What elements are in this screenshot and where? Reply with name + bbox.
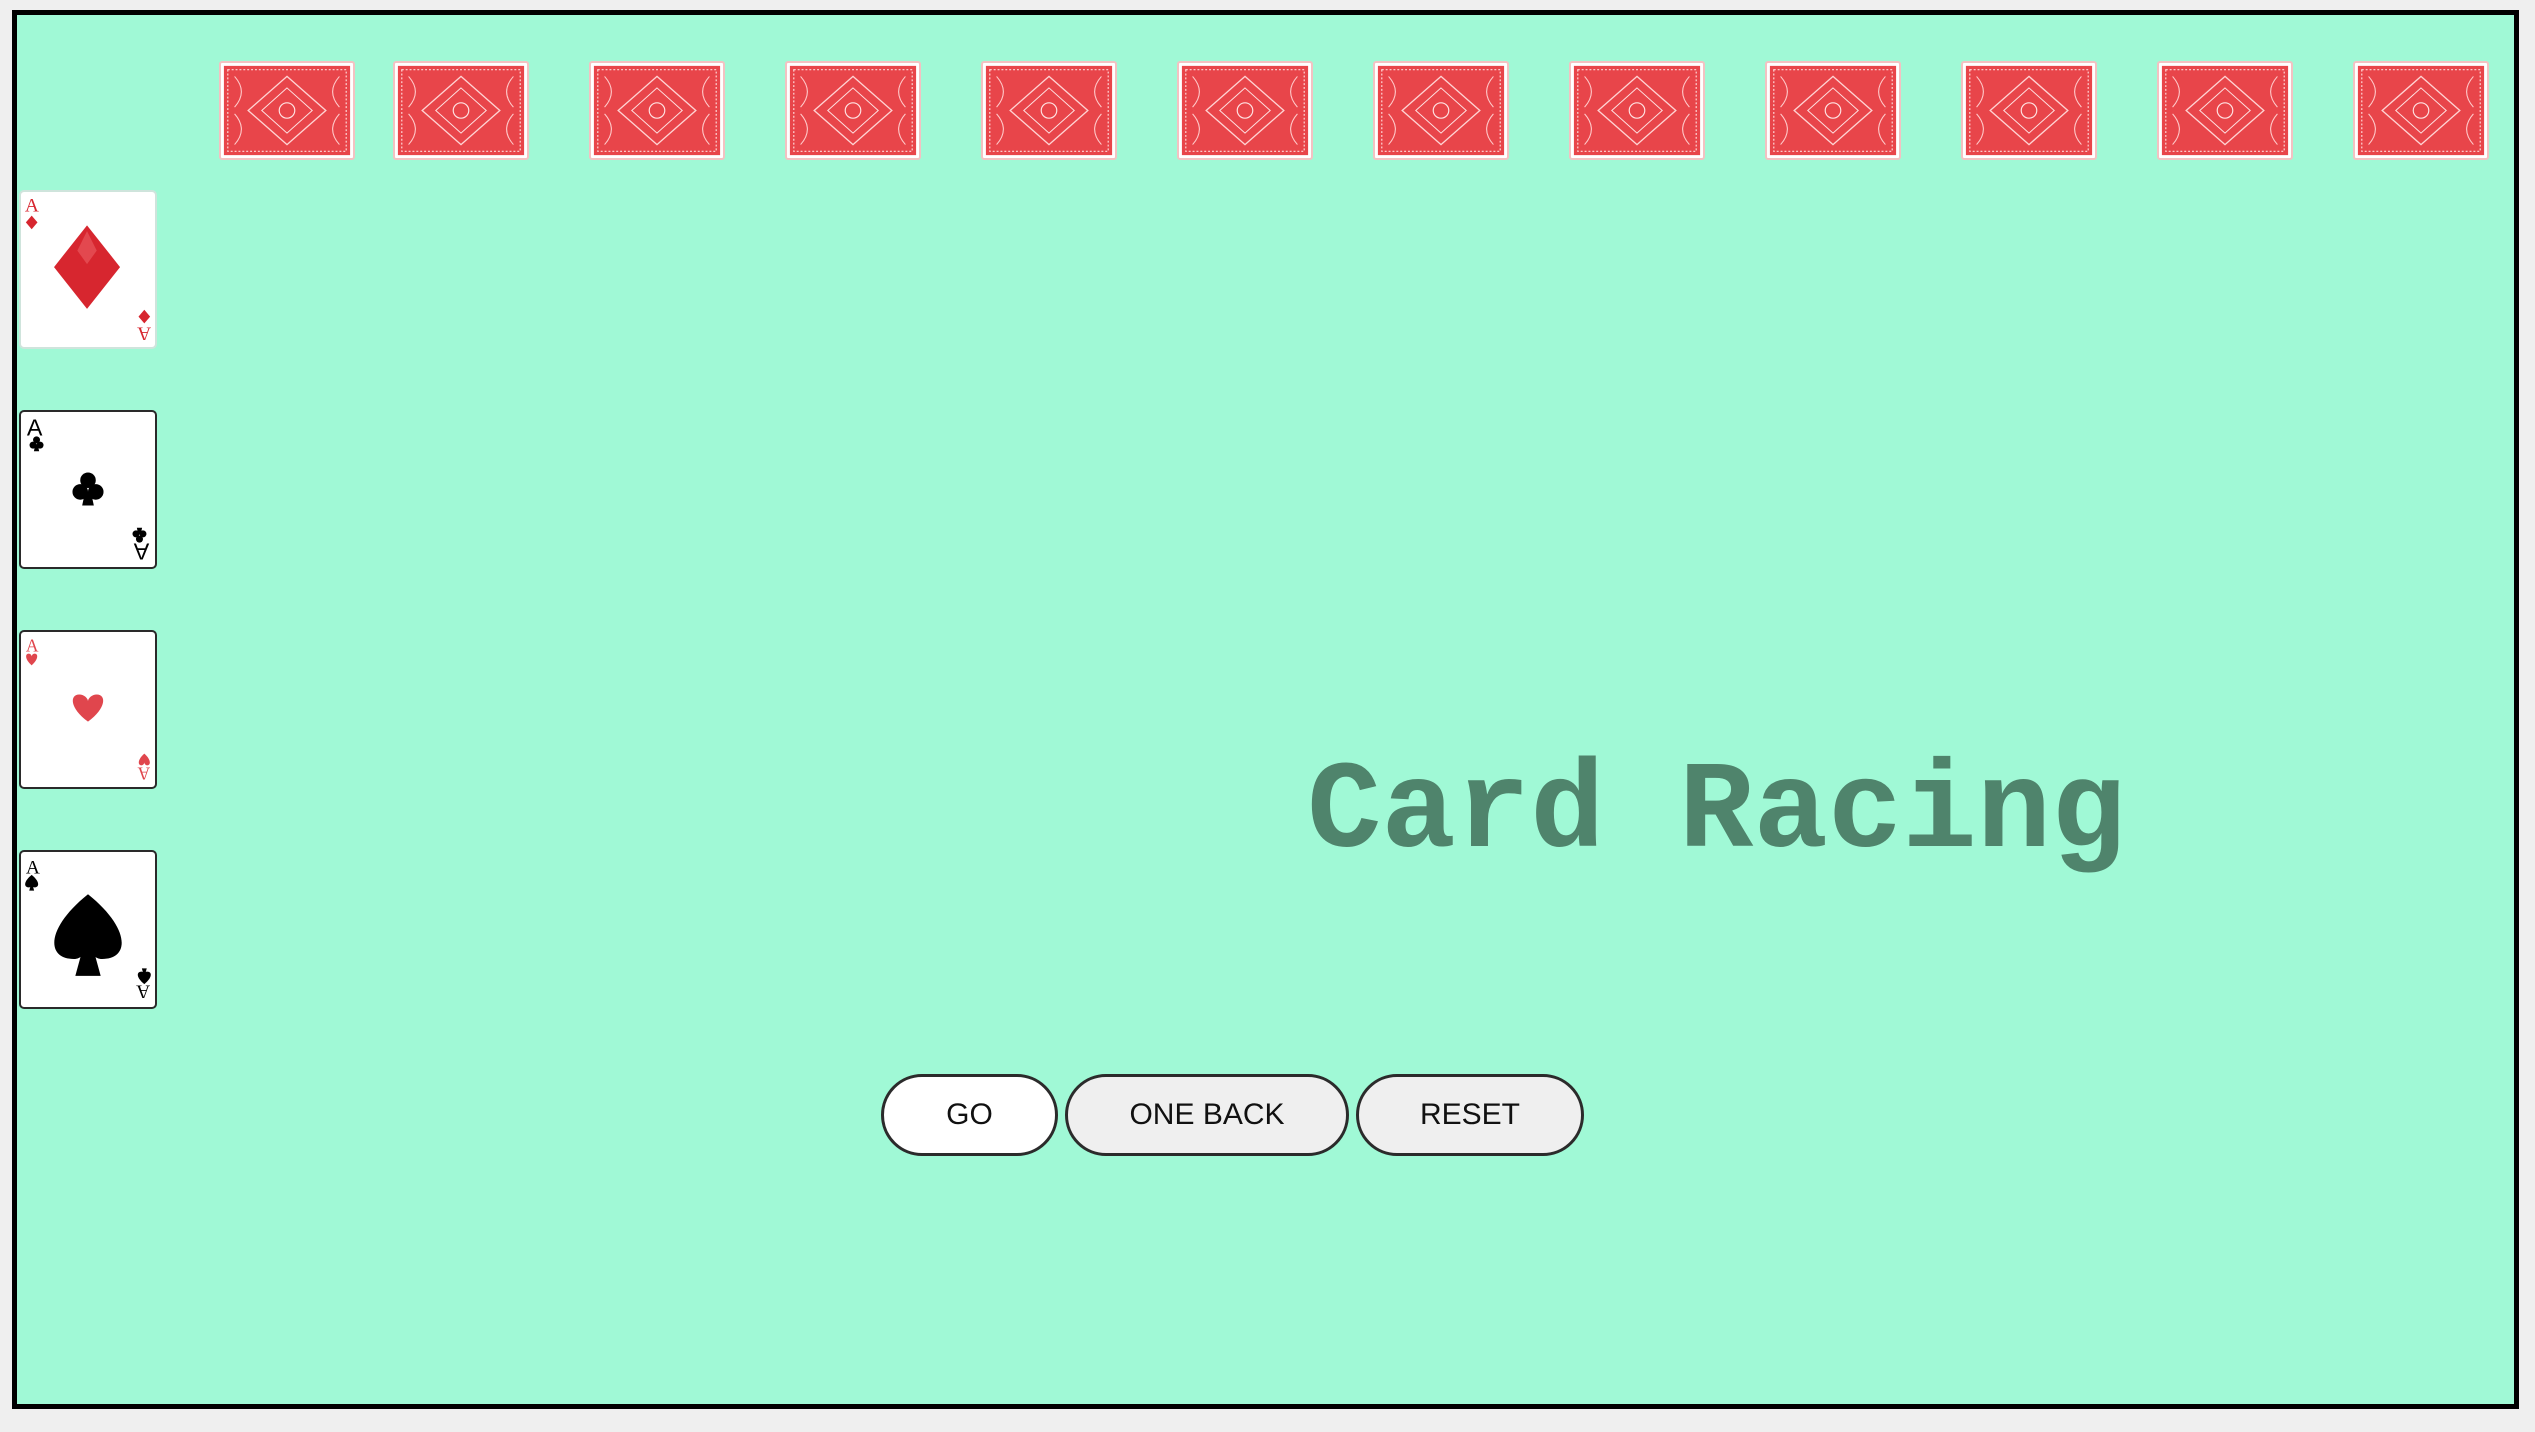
face-down-card (785, 61, 921, 160)
face-down-card (1765, 61, 1901, 160)
ace-of-diamonds-card: A A (19, 190, 157, 349)
one-back-button[interactable]: ONE BACK (1065, 1074, 1349, 1156)
face-down-card (1177, 61, 1313, 160)
game-title: Card Racing (1307, 744, 2126, 884)
rank-label: A (133, 538, 149, 564)
go-button[interactable]: GO (881, 1074, 1058, 1156)
face-down-card (393, 61, 529, 160)
ace-of-clubs-card: A A (19, 410, 157, 569)
rank-label: A (27, 415, 43, 441)
face-down-card (1373, 61, 1509, 160)
rank-label: A (26, 858, 40, 879)
face-down-card (2157, 61, 2293, 160)
face-down-card (589, 61, 725, 160)
rank-label: A (137, 322, 151, 343)
face-down-card (1569, 61, 1705, 160)
rank-label: A (136, 980, 150, 1001)
rank-label: A (137, 763, 150, 783)
ace-of-hearts-card: A A (19, 630, 157, 789)
game-board: A A A A A A A A Card Racing (12, 10, 2519, 1409)
face-down-card (981, 61, 1117, 160)
reset-button[interactable]: RESET (1356, 1074, 1584, 1156)
ace-of-spades-card: A A (19, 850, 157, 1009)
rank-label: A (25, 196, 39, 217)
face-down-card (219, 61, 355, 160)
face-down-card (1961, 61, 2097, 160)
rank-label: A (26, 636, 39, 656)
face-down-card (2353, 61, 2489, 160)
